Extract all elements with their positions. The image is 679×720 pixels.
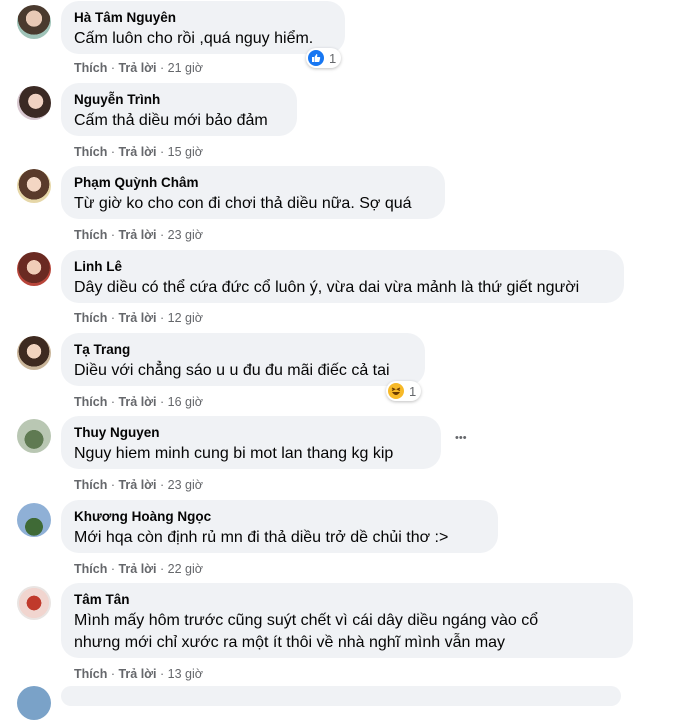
comment-actions: Thích · Trả lời · 22 giờ <box>74 562 203 576</box>
timestamp[interactable]: 23 giờ <box>168 478 203 492</box>
comment-actions: Thích · Trả lời · 13 giờ <box>74 667 203 681</box>
comment-actions: Thích · Trả lời · 23 giờ <box>74 478 203 492</box>
separator: · <box>107 145 119 159</box>
comment-bubble: Linh Lê Dây diều có thể cứa đức cổ luôn … <box>61 250 624 303</box>
like-link[interactable]: Thích <box>74 667 107 681</box>
comment-bubble <box>61 686 621 706</box>
reaction-count[interactable]: 1 <box>306 48 342 68</box>
comment-bubble: Hà Tâm Nguyên Cấm luôn cho rồi ,quá nguy… <box>61 1 345 54</box>
commenter-name[interactable]: Nguyễn Trình <box>74 91 285 109</box>
avatar[interactable] <box>17 336 51 370</box>
avatar[interactable] <box>17 419 51 453</box>
reply-link[interactable]: Trả lời <box>118 228 156 242</box>
like-link[interactable]: Thích <box>74 562 107 576</box>
comment-text: Nguy hiem minh cung bi mot lan thang kg … <box>74 445 394 462</box>
like-link[interactable]: Thích <box>74 478 107 492</box>
reaction-count-value: 1 <box>329 50 337 66</box>
comment-text: Diều với chẳng sáo u u đu đu mãi điếc cả… <box>74 362 390 379</box>
separator: · <box>107 667 119 681</box>
comment-actions: Thích · Trả lời · 23 giờ <box>74 228 203 242</box>
separator: · <box>156 61 168 75</box>
avatar[interactable] <box>17 252 51 286</box>
separator: · <box>156 395 168 409</box>
commenter-name[interactable]: Linh Lê <box>74 258 612 276</box>
avatar[interactable] <box>17 586 51 620</box>
comment-bubble: Nguyễn Trình Cấm thả diều mới bảo đảm <box>61 83 297 136</box>
reaction-count-value: 1 <box>409 383 417 399</box>
timestamp[interactable]: 15 giờ <box>168 145 203 159</box>
avatar[interactable] <box>17 86 51 120</box>
separator: · <box>107 61 119 75</box>
timestamp[interactable]: 23 giờ <box>168 228 203 242</box>
separator: · <box>107 228 119 242</box>
reply-link[interactable]: Trả lời <box>118 311 156 325</box>
comment-bubble: Thuy Nguyen Nguy hiem minh cung bi mot l… <box>61 416 441 469</box>
avatar[interactable] <box>17 169 51 203</box>
comment-actions: Thích · Trả lời · 16 giờ <box>74 395 203 409</box>
comment-text: Dây diều có thể cứa đức cổ luôn ý, vừa d… <box>74 279 580 296</box>
commenter-name[interactable]: Tạ Trang <box>74 341 413 359</box>
timestamp[interactable]: 16 giờ <box>168 395 203 409</box>
comment-text: Từ giờ ko cho con đi chơi thả diều nữa. … <box>74 195 412 212</box>
comment-bubble: Tâm Tân Mình mấy hôm trước cũng suýt chế… <box>61 583 633 658</box>
comment-bubble: Khương Hoàng Ngọc Mới hqa còn định rủ mn… <box>61 500 498 553</box>
reply-link[interactable]: Trả lời <box>118 395 156 409</box>
like-link[interactable]: Thích <box>74 228 107 242</box>
more-options-icon[interactable]: ••• <box>455 432 467 444</box>
avatar[interactable] <box>17 503 51 537</box>
comment-bubble: Phạm Quỳnh Châm Từ giờ ko cho con đi chơ… <box>61 166 445 219</box>
timestamp[interactable]: 13 giờ <box>168 667 203 681</box>
like-link[interactable]: Thích <box>74 311 107 325</box>
comment-text: Cấm luôn cho rồi ,quá nguy hiểm. <box>74 30 314 47</box>
commenter-name[interactable]: Thuy Nguyen <box>74 424 429 442</box>
separator: · <box>156 228 168 242</box>
like-link[interactable]: Thích <box>74 395 107 409</box>
reply-link[interactable]: Trả lời <box>118 667 156 681</box>
separator: · <box>156 562 168 576</box>
separator: · <box>156 145 168 159</box>
comment-text: Cấm thả diều mới bảo đảm <box>74 112 268 129</box>
separator: · <box>156 478 168 492</box>
timestamp[interactable]: 22 giờ <box>168 562 203 576</box>
reaction-count[interactable]: 1 <box>386 381 422 401</box>
comment-text: Mới hqa còn định rủ mn đi thả diều trở d… <box>74 529 449 546</box>
comment-actions: Thích · Trả lời · 15 giờ <box>74 145 203 159</box>
commenter-name[interactable]: Hà Tâm Nguyên <box>74 9 333 27</box>
separator: · <box>156 311 168 325</box>
reply-link[interactable]: Trả lời <box>118 562 156 576</box>
comment-actions: Thích · Trả lời · 12 giờ <box>74 311 203 325</box>
avatar[interactable] <box>17 686 51 720</box>
comment-text-line: nhưng mới chỉ xước ra một ít thôi về nhà… <box>74 634 506 651</box>
separator: · <box>107 311 119 325</box>
timestamp[interactable]: 21 giờ <box>168 61 203 75</box>
comment-text-line: Mình mấy hôm trước cũng suýt chết vì cái… <box>74 612 539 629</box>
comment-actions: Thích · Trả lời · 21 giờ <box>74 61 203 75</box>
commenter-name[interactable]: Tâm Tân <box>74 591 621 609</box>
commenter-name[interactable]: Phạm Quỳnh Châm <box>74 174 433 192</box>
commenter-name[interactable]: Khương Hoàng Ngọc <box>74 508 486 526</box>
separator: · <box>107 562 119 576</box>
like-link[interactable]: Thích <box>74 61 107 75</box>
separator: · <box>107 478 119 492</box>
like-link[interactable]: Thích <box>74 145 107 159</box>
like-icon <box>308 50 324 66</box>
separator: · <box>156 667 168 681</box>
reply-link[interactable]: Trả lời <box>118 145 156 159</box>
comment-bubble: Tạ Trang Diều với chẳng sáo u u đu đu mã… <box>61 333 425 386</box>
reply-link[interactable]: Trả lời <box>118 61 156 75</box>
reply-link[interactable]: Trả lời <box>118 478 156 492</box>
avatar[interactable] <box>17 5 51 39</box>
timestamp[interactable]: 12 giờ <box>168 311 203 325</box>
separator: · <box>107 395 119 409</box>
haha-icon <box>388 383 404 399</box>
